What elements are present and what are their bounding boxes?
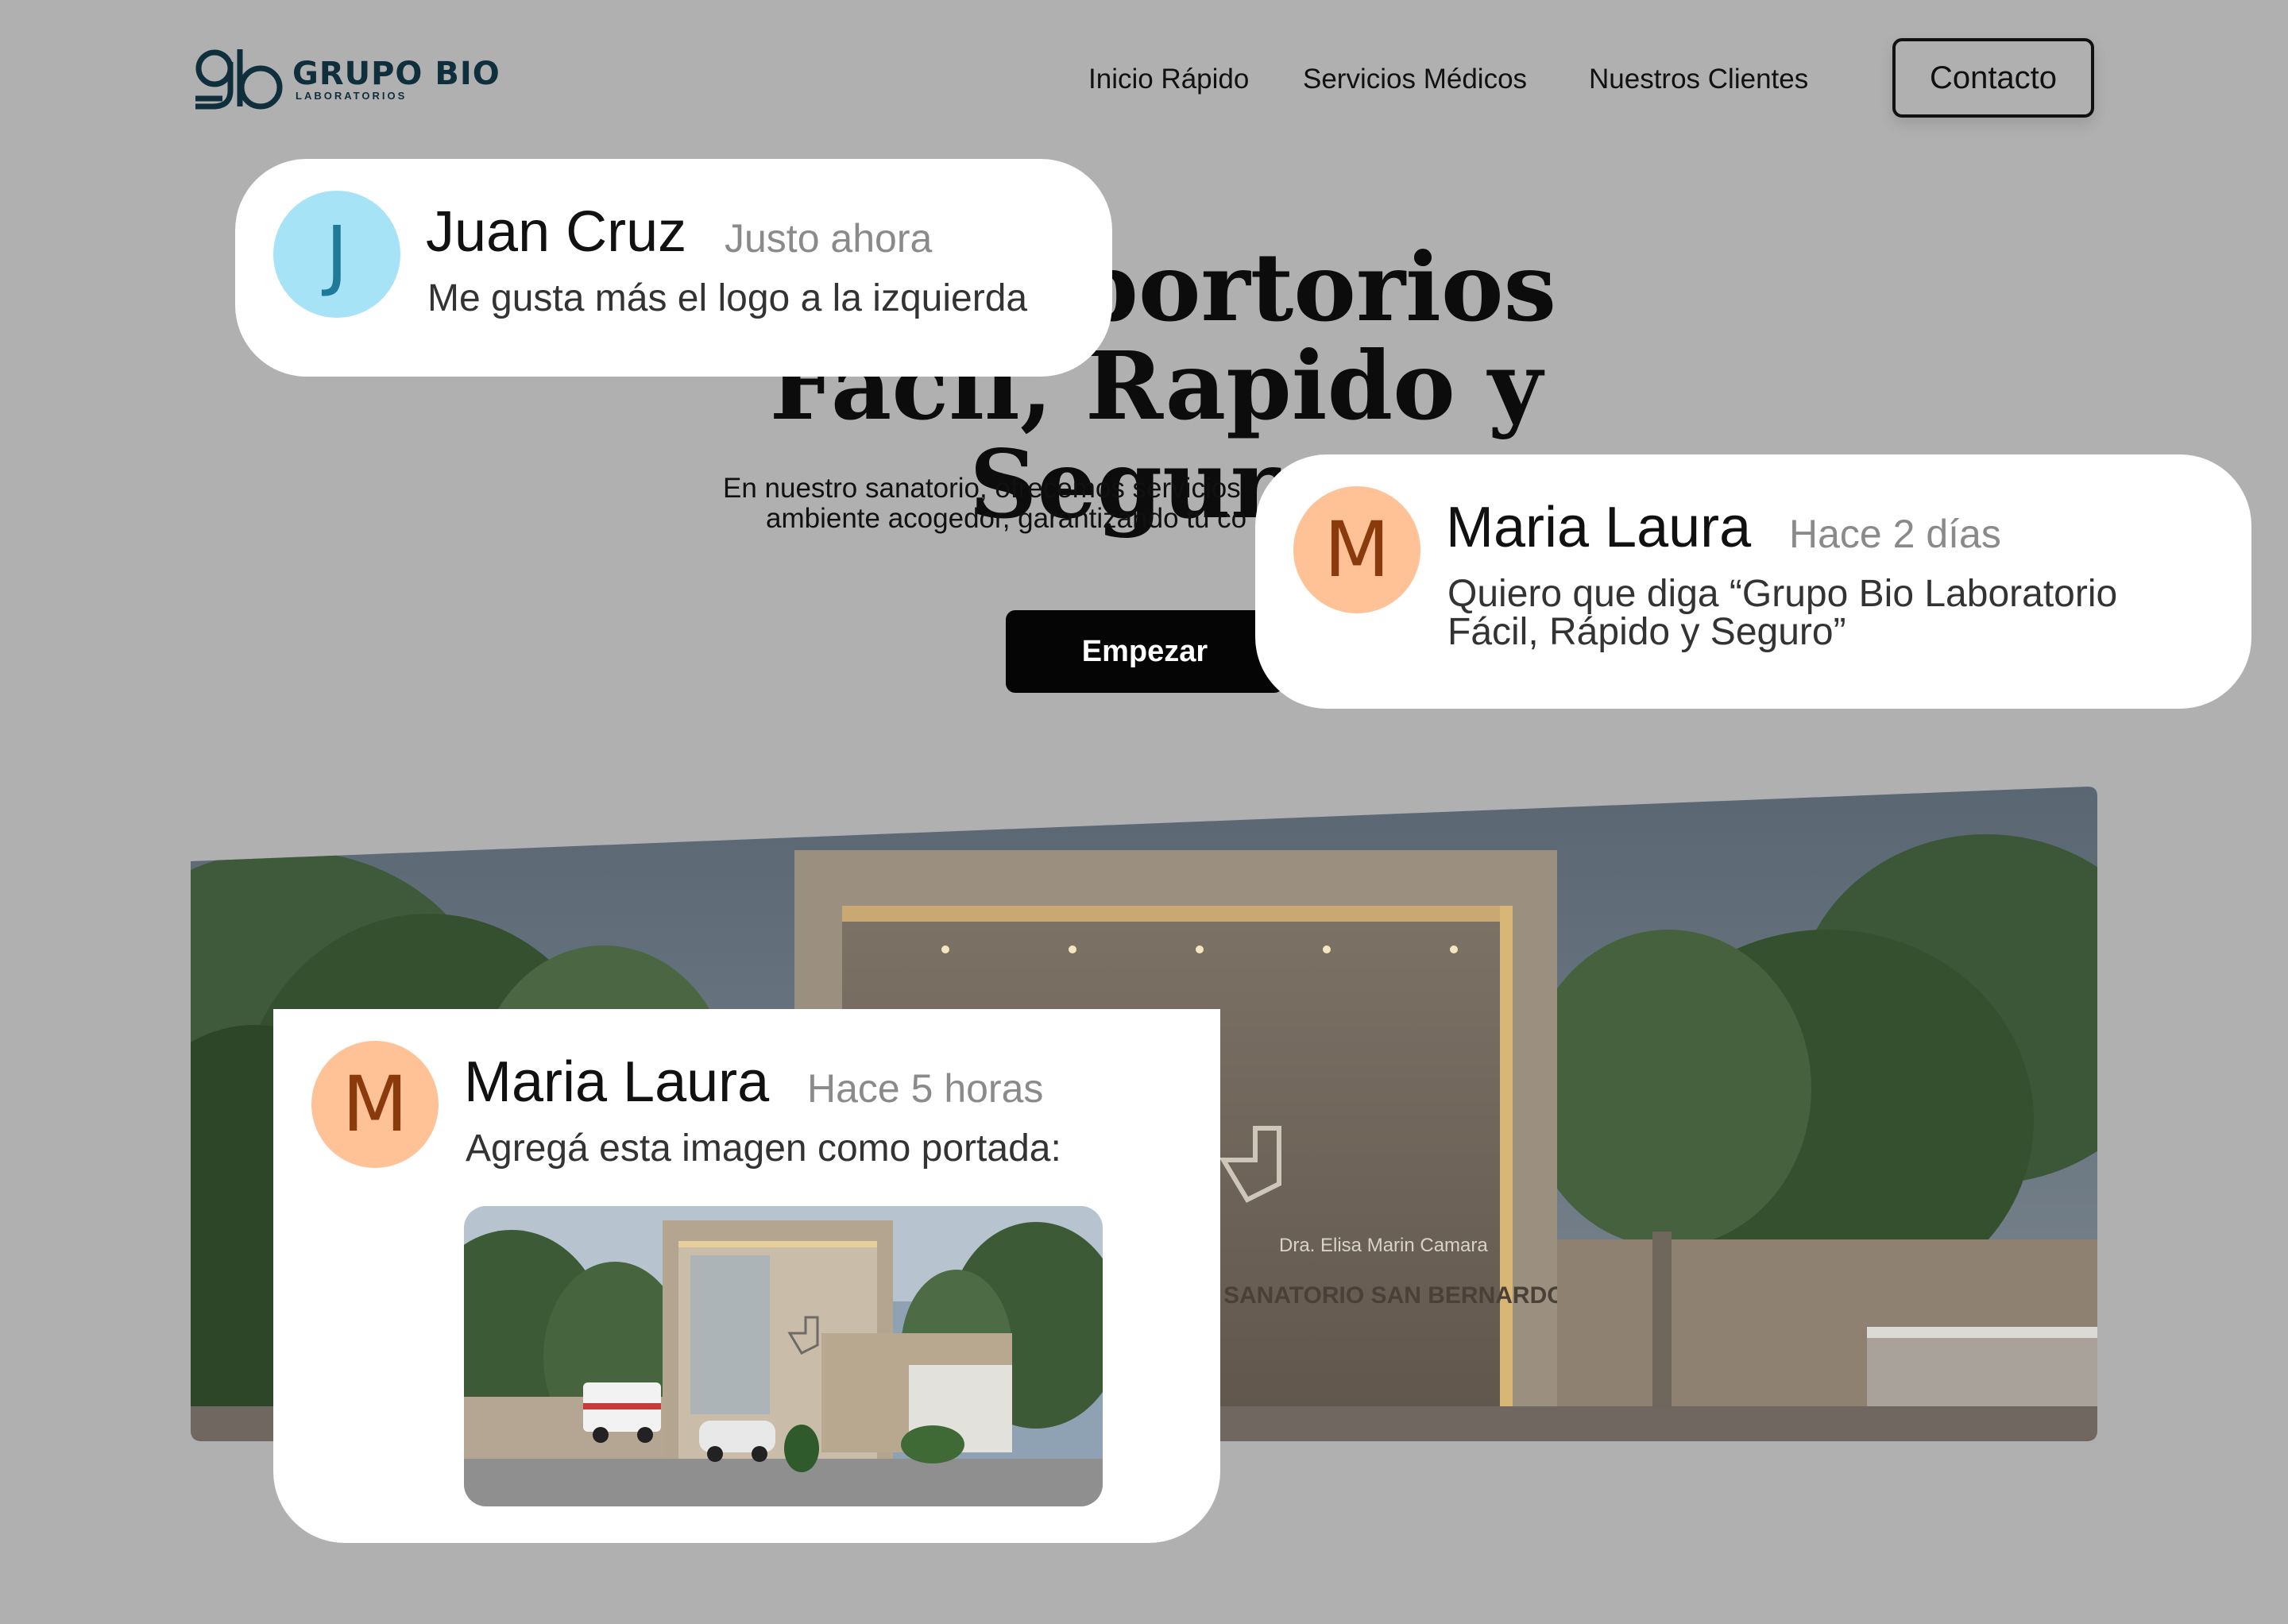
comment-text-line-2: Fácil, Rápido y Seguro”: [1447, 611, 1846, 653]
comment-card[interactable]: M Maria Laura Hace 5 horas Agregá esta i…: [273, 1009, 1220, 1543]
start-button[interactable]: Empezar: [1006, 610, 1284, 693]
banner-sign-line-1: Dra. Elisa Marin Camara: [1279, 1235, 1488, 1256]
avatar: J: [273, 191, 400, 318]
comment-time: Justo ahora: [725, 216, 933, 261]
avatar: M: [311, 1041, 439, 1168]
avatar-initial: J: [325, 210, 349, 299]
comment-author: Maria Laura: [1446, 496, 1752, 559]
nav-nuestros-clientes[interactable]: Nuestros Clientes: [1589, 60, 1808, 99]
comment-author: Juan Cruz: [426, 200, 687, 264]
attached-image-thumbnail[interactable]: [464, 1206, 1103, 1506]
avatar-initial: M: [1324, 505, 1390, 594]
comment-card[interactable]: M Maria Laura Hace 2 días Quiero que dig…: [1255, 454, 2251, 709]
comment-author: Maria Laura: [464, 1050, 770, 1114]
nav-servicios-medicos[interactable]: Servicios Médicos: [1303, 60, 1527, 99]
comment-time: Hace 2 días: [1789, 512, 2001, 556]
comment-card[interactable]: J Juan Cruz Justo ahora Me gusta más el …: [235, 159, 1112, 377]
comment-text-line-1: Quiero que diga “Grupo Bio Laboratorio: [1447, 573, 2118, 615]
avatar: M: [1293, 486, 1420, 613]
banner-sign-line-2: SANATORIO SAN BERNARDO: [1223, 1282, 1566, 1309]
nav-inicio-rapido[interactable]: Inicio Rápido: [1088, 60, 1249, 99]
comment-text: Me gusta más el logo a la izquierda: [427, 277, 1028, 319]
comment-time: Hace 5 horas: [807, 1066, 1044, 1111]
avatar-initial: M: [342, 1060, 408, 1149]
comment-text: Agregá esta imagen como portada:: [466, 1127, 1061, 1170]
contact-button[interactable]: Contacto: [1892, 38, 2094, 118]
